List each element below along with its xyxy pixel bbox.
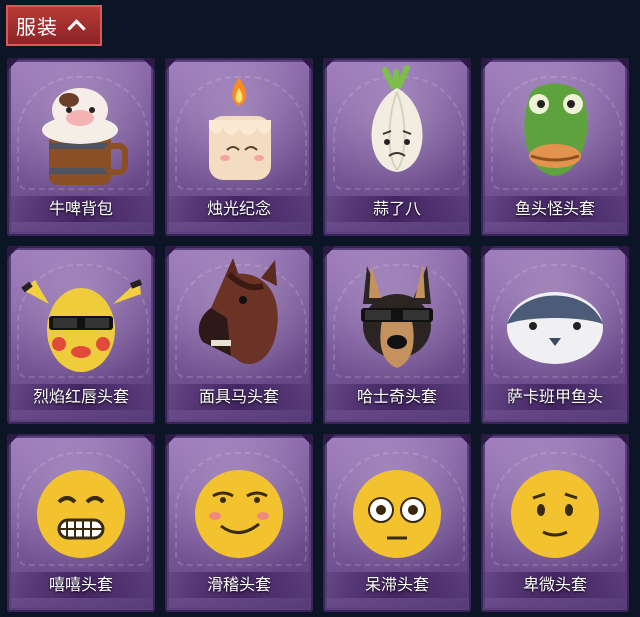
grin-emoji-icon (37, 470, 125, 558)
costume-label: 蒜了八 (323, 196, 471, 222)
humble-emoji-icon (511, 470, 599, 558)
costume-label: 滑稽头套 (165, 572, 313, 598)
smirk-emoji-icon (195, 470, 283, 558)
costume-card-garlic[interactable]: 蒜了八 (323, 58, 471, 236)
garlic-icon (371, 65, 423, 172)
costume-card-grin[interactable]: 嘻嘻头套 (7, 434, 155, 612)
costume-card-husky[interactable]: 哈士奇头套 (323, 246, 471, 424)
costume-card-smirk[interactable]: 滑稽头套 (165, 434, 313, 612)
costume-card-cow-beer-backpack[interactable]: 牛啤背包 (7, 58, 155, 236)
sacabambaspis-head-icon (507, 292, 603, 364)
costume-label: 哈士奇头套 (323, 384, 471, 410)
costume-label: 呆滞头套 (323, 572, 471, 598)
costume-card-horse-mask[interactable]: 面具马头套 (165, 246, 313, 424)
costume-label: 萨卡班甲鱼头 (481, 384, 629, 410)
costume-grid: 牛啤背包 烛光纪念 蒜了八 鱼头怪头套 烈焰红唇头套 面具马头套 哈士奇头套 萨… (0, 0, 640, 617)
husky-head-icon (361, 264, 433, 368)
costume-card-humble[interactable]: 卑微头套 (481, 434, 629, 612)
dazed-emoji-icon (353, 470, 441, 558)
costume-card-fish-monster[interactable]: 鱼头怪头套 (481, 58, 629, 236)
costume-card-dazed[interactable]: 呆滞头套 (323, 434, 471, 612)
fish-head-icon (524, 83, 588, 176)
costume-card-candle[interactable]: 烛光纪念 (165, 58, 313, 236)
costume-label: 嘻嘻头套 (7, 572, 155, 598)
costume-label: 烛光纪念 (165, 196, 313, 222)
horse-head-icon (198, 258, 278, 365)
pikachu-head-icon (21, 279, 143, 372)
costume-label: 面具马头套 (165, 384, 313, 410)
costume-card-sacabambaspis[interactable]: 萨卡班甲鱼头 (481, 246, 629, 424)
costume-label: 鱼头怪头套 (481, 196, 629, 222)
costume-card-fiery-red-lips[interactable]: 烈焰红唇头套 (7, 246, 155, 424)
costume-label: 牛啤背包 (7, 196, 155, 222)
costume-label: 卑微头套 (481, 572, 629, 598)
cow-beer-backpack-icon (42, 88, 128, 185)
costume-label: 烈焰红唇头套 (7, 384, 155, 410)
candle-icon (209, 78, 271, 180)
